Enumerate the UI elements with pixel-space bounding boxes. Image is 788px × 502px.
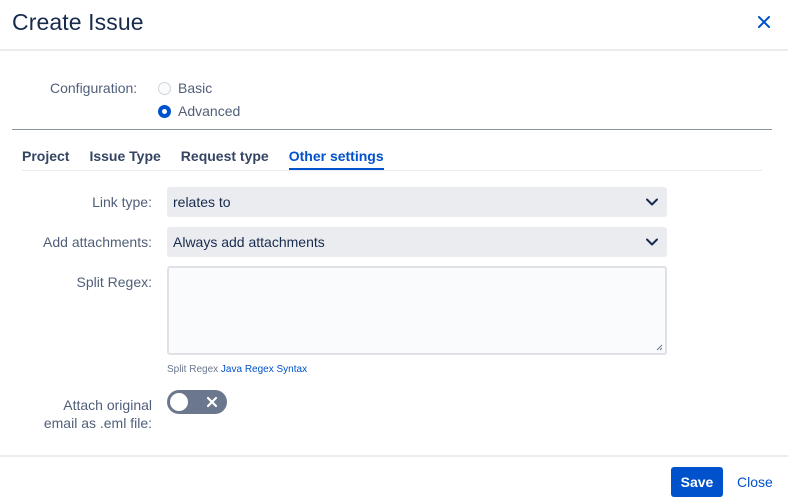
close-link[interactable]: Close <box>737 474 773 490</box>
configuration-label: Configuration: <box>50 80 138 96</box>
add-attachments-value: Always add attachments <box>173 234 325 250</box>
java-regex-syntax-link[interactable]: Java Regex Syntax <box>221 364 307 375</box>
tab-bar: Project Issue Type Request type Other se… <box>22 148 404 170</box>
split-regex-textarea[interactable] <box>167 266 667 355</box>
attach-original-label-line2: email as .eml file: <box>43 415 152 431</box>
cross-icon <box>206 396 218 408</box>
dialog-title: Create Issue <box>12 9 144 35</box>
radio-advanced[interactable]: Advanced <box>158 103 240 119</box>
radio-basic-label: Basic <box>178 80 213 96</box>
link-type-label: Link type: <box>92 194 152 210</box>
tab-other-settings[interactable]: Other settings <box>288 148 384 170</box>
chevron-down-icon <box>646 198 658 206</box>
radio-basic[interactable]: Basic <box>158 80 212 96</box>
resize-handle-icon[interactable] <box>655 343 663 351</box>
chevron-down-icon <box>646 238 658 246</box>
divider <box>12 129 772 130</box>
split-regex-hint: Split Regex Java Regex Syntax <box>167 364 307 375</box>
radio-checked-icon <box>158 104 171 118</box>
attach-original-label-line1: Attach original <box>63 397 152 413</box>
link-type-value: relates to <box>173 194 231 210</box>
tab-request-type[interactable]: Request type <box>181 148 269 170</box>
add-attachments-select[interactable]: Always add attachments <box>167 227 667 257</box>
split-regex-hint-text: Split Regex <box>167 364 219 375</box>
link-type-select[interactable]: relates to <box>167 187 667 217</box>
radio-advanced-label: Advanced <box>178 103 241 119</box>
close-icon[interactable] <box>752 10 776 34</box>
tab-issue-type[interactable]: Issue Type <box>89 148 160 170</box>
attach-original-label: Attach original email as .eml file: <box>2 396 152 432</box>
split-regex-label: Split Regex: <box>76 274 152 290</box>
tab-divider <box>22 170 762 171</box>
dialog-header: Create Issue <box>0 0 788 51</box>
tab-project[interactable]: Project <box>22 148 69 170</box>
toggle-knob <box>170 393 188 411</box>
add-attachments-label: Add attachments: <box>43 234 152 250</box>
save-button[interactable]: Save <box>671 467 723 497</box>
footer-divider <box>0 455 788 457</box>
attach-original-toggle[interactable] <box>167 390 227 414</box>
radio-unchecked-icon <box>158 81 171 95</box>
